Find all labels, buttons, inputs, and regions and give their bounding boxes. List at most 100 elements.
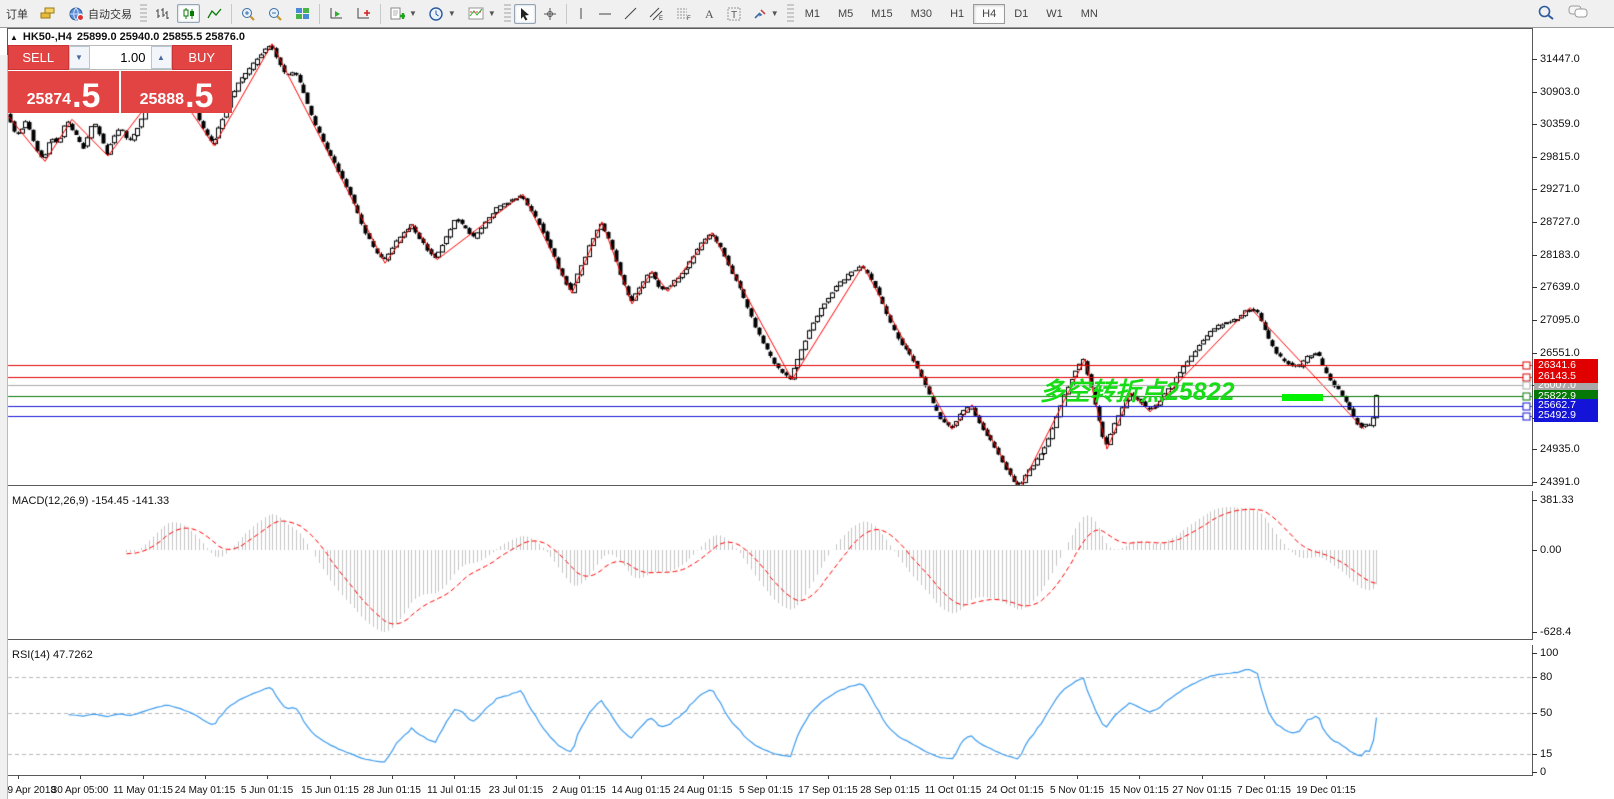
main-chart-canvas[interactable]: [0, 28, 1614, 799]
time-axis-label[interactable]: 19 Dec 01:15: [1296, 785, 1356, 796]
volume-increase-button[interactable]: ▲: [151, 46, 172, 69]
timeframe-button-m1[interactable]: M1: [796, 4, 829, 24]
template-button[interactable]: ▼: [463, 4, 501, 23]
autotrade-button[interactable]: 自动交易: [64, 3, 137, 25]
price-axis-label[interactable]: 27639.0: [1540, 281, 1580, 293]
time-axis-label[interactable]: 5 Sep 01:15: [739, 785, 793, 796]
pivot-highlight-bar[interactable]: [1282, 394, 1323, 401]
time-axis-label[interactable]: 23 Jul 01:15: [489, 785, 544, 796]
timeframe-button-h1[interactable]: H1: [941, 4, 973, 24]
crosshair-button[interactable]: [538, 4, 562, 24]
price-axis-label[interactable]: 28727.0: [1540, 216, 1580, 228]
periods-button[interactable]: ▼: [424, 4, 461, 24]
price-tick-mark: [1532, 92, 1537, 93]
candlestick-chart-button[interactable]: [177, 4, 200, 23]
rsi-pane-resizer[interactable]: [0, 640, 1540, 645]
hline-price-label[interactable]: 25492.9: [1534, 409, 1598, 422]
price-axis-label[interactable]: 24391.0: [1540, 476, 1580, 488]
price-axis-label[interactable]: 28183.0: [1540, 249, 1580, 261]
zoom-in-button[interactable]: [236, 4, 261, 24]
rsi-axis-label[interactable]: 100: [1540, 647, 1558, 659]
macd-axis-label[interactable]: 0.00: [1540, 544, 1561, 556]
channel-button[interactable]: E: [644, 4, 669, 24]
macd-pane-resizer[interactable]: [0, 486, 1540, 491]
price-axis-label[interactable]: 26551.0: [1540, 347, 1580, 359]
time-axis-label[interactable]: 28 Sep 01:15: [860, 785, 920, 796]
time-axis-label[interactable]: 5 Jun 01:15: [241, 785, 293, 796]
time-axis-label[interactable]: 19 Apr 2018: [2, 785, 56, 796]
rsi-axis-label[interactable]: 80: [1540, 671, 1552, 683]
volume-decrease-button[interactable]: ▼: [69, 46, 90, 69]
time-axis-label[interactable]: 14 Aug 01:15: [612, 785, 671, 796]
time-axis-label[interactable]: 2 Aug 01:15: [552, 785, 605, 796]
time-axis-label[interactable]: 15 Nov 01:15: [1109, 785, 1169, 796]
macd-axis-label[interactable]: 381.33: [1540, 494, 1574, 506]
gold-icon[interactable]: [35, 4, 62, 23]
text-label-button[interactable]: T: [722, 4, 746, 24]
time-axis-label[interactable]: 5 Nov 01:15: [1050, 785, 1104, 796]
chat-icon[interactable]: [1568, 5, 1588, 22]
sell-price-main: 25874: [27, 89, 72, 111]
price-axis-label[interactable]: 30903.0: [1540, 86, 1580, 98]
chart-shift-button[interactable]: [351, 4, 376, 23]
timeframe-button-mn[interactable]: MN: [1072, 4, 1107, 24]
sell-button[interactable]: SELL: [8, 45, 69, 70]
text-button[interactable]: A: [698, 4, 720, 23]
timeframe-button-m30[interactable]: M30: [902, 4, 941, 24]
time-axis-label[interactable]: 28 Jun 01:15: [363, 785, 421, 796]
time-axis-label[interactable]: 24 Aug 01:15: [674, 785, 733, 796]
timeframe-button-m15[interactable]: M15: [862, 4, 901, 24]
macd-axis-label[interactable]: -628.4: [1540, 626, 1571, 638]
time-axis-label[interactable]: 11 Oct 01:15: [925, 785, 982, 796]
horizontal-line-button[interactable]: [593, 4, 617, 23]
price-axis-label[interactable]: 29271.0: [1540, 183, 1580, 195]
price-axis-label[interactable]: 31447.0: [1540, 53, 1580, 65]
order-button[interactable]: 订单: [1, 3, 33, 25]
price-axis-label[interactable]: 27095.0: [1540, 314, 1580, 326]
shapes-button[interactable]: ▼: [748, 4, 784, 23]
autoscroll-button[interactable]: [324, 4, 349, 23]
hline-price-label[interactable]: 26143.5: [1534, 370, 1598, 383]
time-axis-label[interactable]: 24 May 01:15: [175, 785, 236, 796]
time-axis-label[interactable]: 11 Jul 01:15: [427, 785, 481, 796]
rsi-axis-label[interactable]: 15: [1540, 748, 1552, 760]
search-icon[interactable]: [1538, 5, 1554, 23]
cursor-button[interactable]: [514, 4, 536, 24]
chevron-down-icon[interactable]: ▼: [448, 9, 456, 18]
time-axis-label[interactable]: 24 Oct 01:15: [986, 785, 1043, 796]
chevron-down-icon[interactable]: ▼: [771, 9, 779, 18]
rsi-axis-label[interactable]: 50: [1540, 707, 1552, 719]
new-order-button[interactable]: ▼: [385, 4, 422, 24]
price-axis-label[interactable]: 30359.0: [1540, 118, 1580, 130]
time-axis-label[interactable]: 7 Dec 01:15: [1237, 785, 1291, 796]
price-axis-label[interactable]: 29815.0: [1540, 151, 1580, 163]
volume-input[interactable]: [90, 46, 151, 69]
time-axis-label[interactable]: 27 Nov 01:15: [1172, 785, 1232, 796]
fibonacci-button[interactable]: F: [671, 4, 696, 24]
chevron-down-icon[interactable]: ▼: [488, 9, 496, 18]
time-axis-label[interactable]: 15 Jun 01:15: [301, 785, 359, 796]
timeframe-button-m5[interactable]: M5: [829, 4, 862, 24]
trendline-button[interactable]: [619, 4, 642, 23]
buy-button[interactable]: BUY: [172, 45, 233, 70]
time-axis-label[interactable]: 17 Sep 01:15: [798, 785, 858, 796]
cursor-icon: [519, 7, 531, 21]
chevron-down-icon[interactable]: ▼: [409, 9, 417, 18]
timeframe-button-w1[interactable]: W1: [1037, 4, 1072, 24]
rsi-axis-label[interactable]: 0: [1540, 766, 1546, 778]
toolbar-separator: [231, 4, 232, 24]
line-chart-button[interactable]: [202, 4, 227, 23]
collapse-icon[interactable]: ▲: [10, 33, 18, 42]
timeframe-button-h4[interactable]: H4: [973, 4, 1005, 24]
time-axis-label[interactable]: 11 May 01:15: [113, 785, 173, 796]
vertical-line-button[interactable]: [571, 4, 591, 23]
buy-price-button[interactable]: 25888 .5: [121, 71, 232, 113]
bars-chart-button[interactable]: [150, 4, 175, 23]
sell-price-button[interactable]: 25874 .5: [8, 71, 119, 113]
time-axis-label[interactable]: 30 Apr 05:00: [52, 785, 109, 796]
pivot-annotation-text[interactable]: 多空转折点25822: [1040, 372, 1235, 408]
price-axis-label[interactable]: 24935.0: [1540, 443, 1580, 455]
timeframe-button-d1[interactable]: D1: [1005, 4, 1037, 24]
zoom-out-button[interactable]: [263, 4, 288, 24]
tile-windows-button[interactable]: [290, 4, 315, 23]
